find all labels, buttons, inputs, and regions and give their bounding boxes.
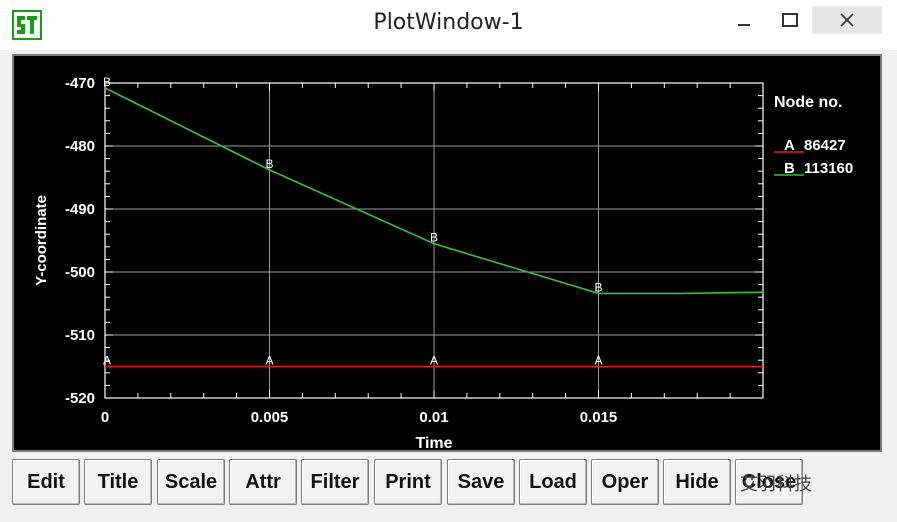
attr-button[interactable]: Attr bbox=[229, 459, 297, 505]
title-button[interactable]: Title bbox=[84, 459, 152, 505]
scale-button[interactable]: Scale bbox=[157, 459, 225, 505]
y-tick-label: -490 bbox=[65, 201, 95, 218]
x-tick-label: 0.005 bbox=[251, 409, 289, 426]
series-marker-label: A bbox=[265, 354, 273, 368]
series-marker-label: B bbox=[430, 231, 438, 245]
title-bar[interactable]: PlotWindow-1 bbox=[0, 0, 897, 50]
load-button[interactable]: Load bbox=[519, 459, 587, 505]
filter-button[interactable]: Filter bbox=[301, 459, 369, 505]
plot-area[interactable]: 0 0.005 0.01 0.015 -470 -480 -490 -500 -510 -520 T… bbox=[12, 54, 882, 452]
series-marker-label: B bbox=[103, 75, 111, 89]
minimize-icon bbox=[738, 24, 750, 26]
x-tick-label: 0.015 bbox=[580, 409, 618, 426]
close-window-button[interactable] bbox=[812, 6, 882, 34]
series-marker-label: A bbox=[430, 354, 438, 368]
series-marker-label: A bbox=[594, 354, 602, 368]
maximize-icon bbox=[782, 13, 798, 27]
y-tick-label: -470 bbox=[65, 75, 95, 92]
oper-button[interactable]: Oper bbox=[591, 459, 659, 505]
maximize-button[interactable] bbox=[768, 6, 812, 34]
hide-button[interactable]: Hide bbox=[663, 459, 731, 505]
x-tick-label: 0.01 bbox=[419, 409, 448, 426]
plot-window: PlotWindow-1 0 0.005 0.01 0.015 -470 -480 -490… bbox=[0, 0, 897, 522]
legend-series-name: 86427 bbox=[804, 137, 846, 154]
x-axis-label: Time bbox=[415, 435, 452, 450]
legend-marker: B bbox=[784, 160, 795, 177]
y-axis-label: Y-coordinate bbox=[33, 195, 50, 286]
edit-button[interactable]: Edit bbox=[12, 459, 80, 505]
legend-marker: A bbox=[784, 137, 795, 154]
watermark-text: 艾羽科技 bbox=[740, 474, 812, 495]
y-tick-label: -480 bbox=[65, 138, 95, 155]
y-tick-label: -510 bbox=[65, 327, 95, 344]
x-tick-label: 0 bbox=[101, 409, 109, 426]
legend-series-name: 113160 bbox=[804, 160, 853, 177]
series-marker-label: A bbox=[103, 354, 111, 368]
legend-title: Node no. bbox=[774, 94, 842, 111]
line-chart: 0 0.005 0.01 0.015 -470 -480 -490 -500 -510 -520 T… bbox=[33, 75, 853, 452]
print-button[interactable]: Print bbox=[374, 459, 442, 505]
y-tick-label: -520 bbox=[65, 390, 95, 407]
save-button[interactable]: Save bbox=[447, 459, 515, 505]
series-marker-label: B bbox=[594, 280, 602, 294]
close-icon bbox=[840, 13, 854, 27]
minimize-button[interactable] bbox=[722, 6, 766, 34]
y-tick-label: -500 bbox=[65, 264, 95, 281]
series-marker-label: B bbox=[265, 157, 273, 171]
